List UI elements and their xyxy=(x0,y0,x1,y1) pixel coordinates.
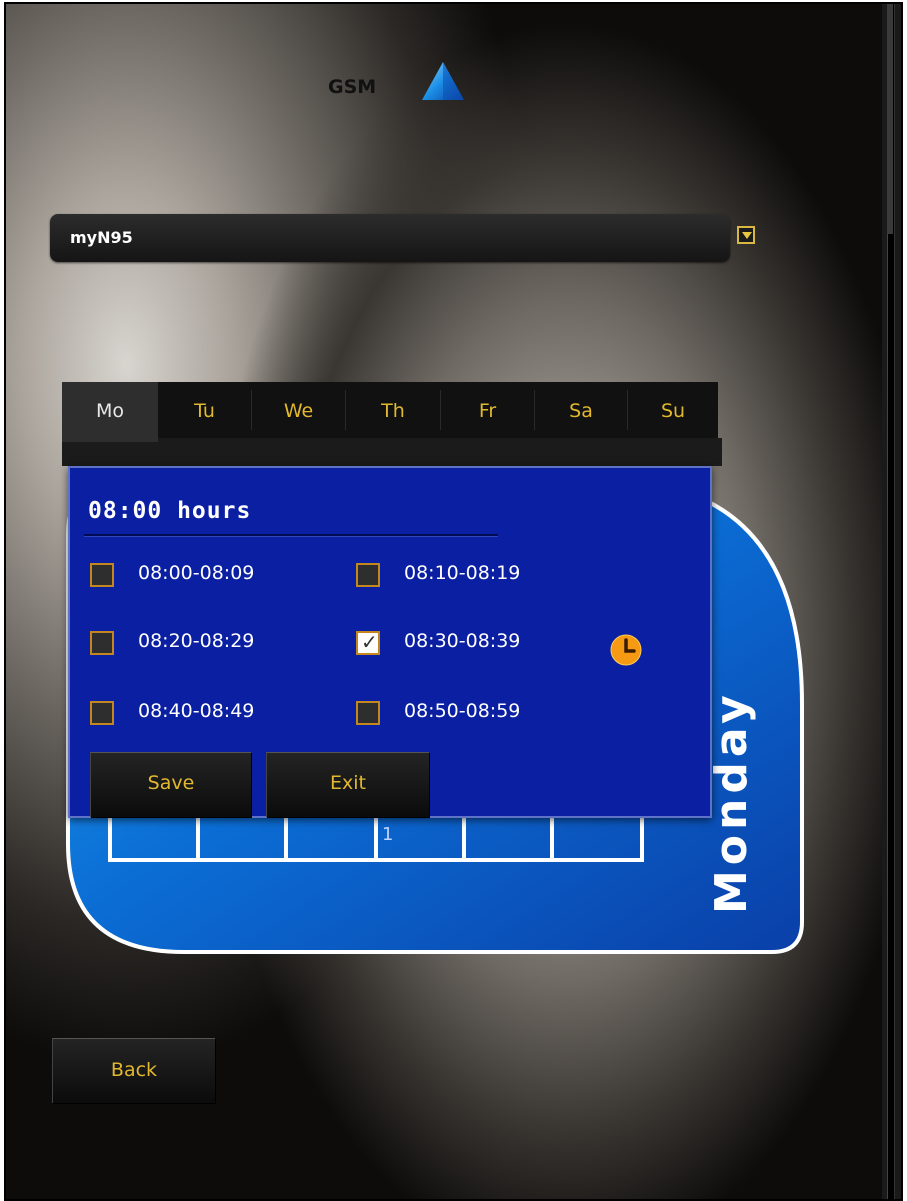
slot-checkbox[interactable] xyxy=(90,701,114,725)
tab-panel-header xyxy=(62,438,722,466)
slot-label: 08:50-08:59 xyxy=(404,700,521,722)
scrollbar-thumb[interactable] xyxy=(887,4,893,234)
slot-checkbox[interactable] xyxy=(90,631,114,655)
device-select[interactable]: myN95 xyxy=(50,214,730,262)
slot-checkbox-checked[interactable] xyxy=(356,630,380,655)
tab-label: Mo xyxy=(95,400,125,422)
exit-button[interactable]: Exit xyxy=(266,752,429,817)
tab-label: Tu xyxy=(194,400,215,422)
tab-monday[interactable]: Mo xyxy=(62,382,158,442)
slot-checkbox[interactable] xyxy=(356,563,380,587)
save-button[interactable]: Save xyxy=(90,752,251,817)
dialog-title: 08:00 hours xyxy=(88,498,252,524)
vertical-scrollbar[interactable] xyxy=(882,4,901,1199)
tab-label: Su xyxy=(660,400,686,422)
slot-label: 08:10-08:19 xyxy=(404,562,521,584)
slot-checkbox[interactable] xyxy=(90,563,114,587)
slot-checkbox[interactable] xyxy=(356,701,380,725)
tab-label: Sa xyxy=(569,400,593,422)
page-title: GSM xyxy=(328,76,377,98)
dropdown-arrow-icon[interactable] xyxy=(737,226,755,244)
tab-sunday[interactable]: Su xyxy=(628,382,718,438)
tab-label: Fr xyxy=(478,400,497,422)
tab-wednesday[interactable]: We xyxy=(252,382,345,438)
tab-thursday[interactable]: Th xyxy=(346,382,440,438)
slot-label: 08:40-08:49 xyxy=(138,700,255,722)
device-select-value: myN95 xyxy=(70,228,133,247)
slot-label: 08:20-08:29 xyxy=(138,630,255,652)
time-slot-dialog: 08:00 hours 08:00-08:09 08:10-08:19 08:2… xyxy=(68,466,712,818)
tab-label: Th xyxy=(381,400,405,422)
grid-marker-label: 1 xyxy=(382,824,394,845)
signal-triangle-icon xyxy=(422,62,464,100)
app-window: GSM myN95 Mo Tu We Th Fr Sa Su Monday 1 … xyxy=(4,2,903,1201)
back-button[interactable]: Back xyxy=(52,1038,215,1103)
day-label: Monday xyxy=(706,690,757,914)
title-divider xyxy=(84,534,498,537)
tab-label: We xyxy=(283,400,314,422)
slot-label: 08:30-08:39 xyxy=(404,630,521,652)
day-tabs: Mo Tu We Th Fr Sa Su xyxy=(62,382,718,442)
tab-saturday[interactable]: Sa xyxy=(535,382,627,438)
clock-icon xyxy=(610,634,642,666)
slot-label: 08:00-08:09 xyxy=(138,562,255,584)
tab-tuesday[interactable]: Tu xyxy=(158,382,251,438)
tab-friday[interactable]: Fr xyxy=(441,382,534,438)
